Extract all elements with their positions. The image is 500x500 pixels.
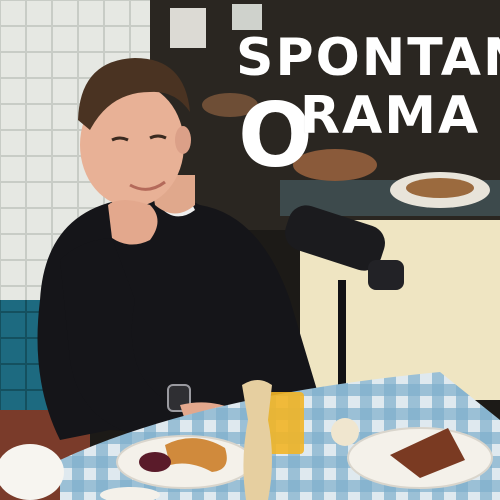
jam-dish [139,452,171,472]
egg-cup [331,418,359,446]
plate-stack [232,4,262,30]
plate-stack [170,8,206,48]
hand [108,200,158,245]
podcast-cover: SPONTAN O RAMA [0,0,500,500]
ear [175,126,191,154]
juice-glass [268,392,304,454]
pepper-mill [242,380,272,500]
food-pan [406,178,474,198]
podcast-title-line2: RAMA [300,86,481,146]
podcast-title-line1: SPONTAN [236,28,500,88]
